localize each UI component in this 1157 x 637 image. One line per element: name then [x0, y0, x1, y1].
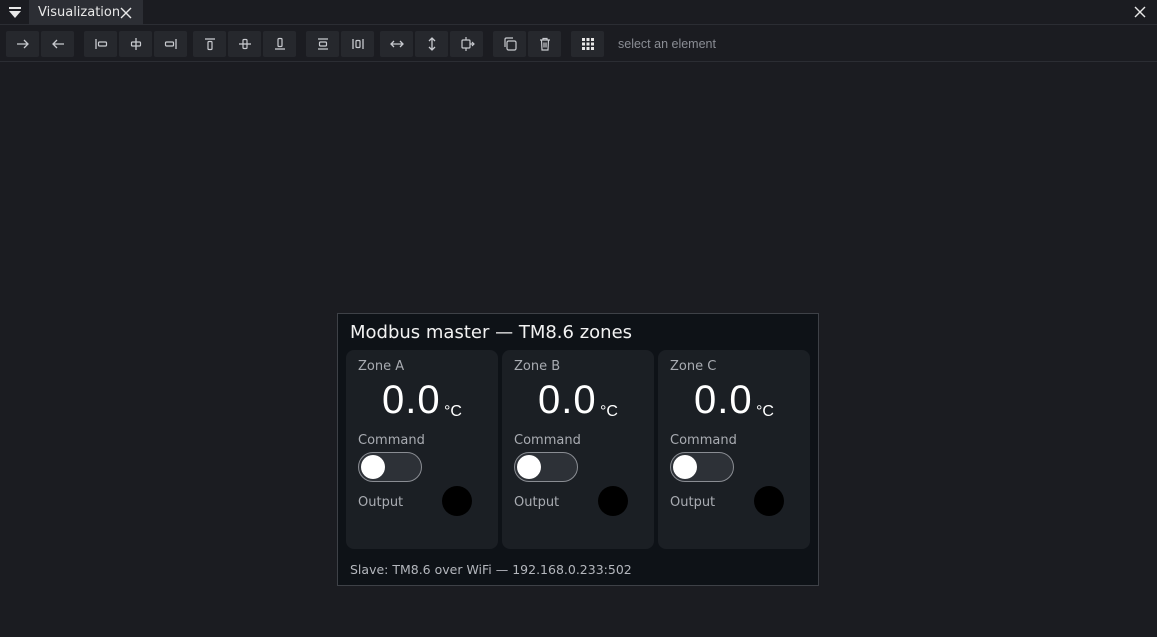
zone-card-c: Zone C 0.0 °C Command Output — [658, 350, 810, 549]
align-right-icon — [164, 39, 177, 49]
slave-info: Slave: TM8.6 over WiFi — 192.168.0.233:5… — [350, 562, 632, 577]
panel-menu-button[interactable] — [5, 3, 25, 23]
align-top-button[interactable] — [193, 31, 226, 57]
zone-temperature-unit: °C — [756, 403, 774, 420]
output-label: Output — [514, 495, 560, 510]
zone-card-b: Zone B 0.0 °C Command Output — [502, 350, 654, 549]
resize-width-icon — [389, 40, 404, 48]
distribute-vertical-button[interactable] — [306, 31, 339, 57]
menu-down-icon — [9, 7, 21, 18]
bring-forward-button[interactable] — [6, 31, 39, 57]
command-label: Command — [358, 433, 425, 448]
zone-name: Zone A — [358, 359, 405, 374]
output-indicator — [598, 486, 628, 516]
zone-temperature-value: 0.0 — [538, 378, 597, 422]
zone-temperature-unit: °C — [444, 403, 462, 420]
delete-icon — [539, 37, 550, 51]
zone-temperature-unit: °C — [600, 403, 618, 420]
output-indicator — [442, 486, 472, 516]
tab-close-button[interactable] — [118, 5, 134, 21]
align-right-button[interactable] — [154, 31, 187, 57]
align-left-icon — [94, 39, 107, 49]
align-middle-vertical-icon — [238, 38, 251, 50]
tab-bar: Visualization — [0, 0, 1157, 25]
close-panel-button[interactable] — [1132, 4, 1148, 20]
align-bottom-button[interactable] — [263, 31, 296, 57]
command-toggle[interactable] — [670, 452, 734, 482]
zone-temperature-value: 0.0 — [694, 378, 753, 422]
align-center-horizontal-button[interactable] — [119, 31, 152, 57]
distribute-horizontal-button[interactable] — [341, 31, 374, 57]
close-icon — [120, 7, 132, 19]
distribute-vertical-icon — [317, 38, 328, 50]
distribute-horizontal-icon — [351, 39, 364, 49]
close-icon — [1134, 6, 1146, 18]
duplicate-icon — [503, 37, 517, 51]
zone-temperature-value: 0.0 — [382, 378, 441, 422]
grid-toggle-button[interactable] — [571, 31, 604, 57]
align-bottom-icon — [274, 37, 285, 50]
panel-title: Modbus master — TM8.6 zones — [350, 322, 633, 343]
command-label: Command — [514, 433, 581, 448]
command-label: Command — [670, 433, 737, 448]
arrow-right-icon — [16, 39, 29, 49]
selection-status: select an element — [618, 37, 716, 51]
tab-visualization[interactable]: Visualization — [29, 0, 143, 25]
send-backward-button[interactable] — [41, 31, 74, 57]
resize-height-icon — [428, 37, 435, 51]
toggle-knob — [517, 455, 541, 479]
toggle-knob — [361, 455, 385, 479]
tab-title: Visualization — [38, 5, 121, 20]
toggle-knob — [673, 455, 697, 479]
align-left-button[interactable] — [84, 31, 117, 57]
output-label: Output — [670, 495, 716, 510]
resize-width-button[interactable] — [380, 31, 413, 57]
command-toggle[interactable] — [358, 452, 422, 482]
output-indicator — [754, 486, 784, 516]
visualization-panel[interactable]: Modbus master — TM8.6 zones Zone A 0.0 °… — [337, 313, 819, 586]
duplicate-button[interactable] — [493, 31, 526, 57]
resize-both-button[interactable] — [450, 31, 483, 57]
zone-name: Zone B — [514, 359, 561, 374]
toolbar: select an element — [0, 30, 1157, 62]
align-middle-vertical-button[interactable] — [228, 31, 261, 57]
zone-card-a: Zone A 0.0 °C Command Output — [346, 350, 498, 549]
command-toggle[interactable] — [514, 452, 578, 482]
resize-both-icon — [460, 37, 475, 51]
align-top-icon — [204, 38, 215, 51]
resize-height-button[interactable] — [415, 31, 448, 57]
output-label: Output — [358, 495, 404, 510]
align-center-horizontal-icon — [130, 38, 141, 50]
arrow-left-icon — [51, 39, 64, 49]
zone-name: Zone C — [670, 359, 717, 374]
grid-icon — [581, 38, 594, 50]
delete-button[interactable] — [528, 31, 561, 57]
